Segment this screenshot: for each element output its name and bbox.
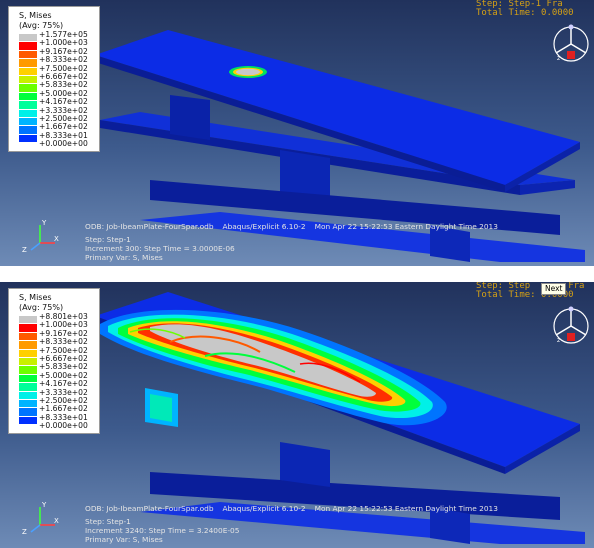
legend-swatch: [19, 101, 37, 110]
legend-colorbar: [19, 316, 37, 426]
legend-swatch: [19, 109, 37, 118]
legend-swatch: [19, 42, 37, 51]
primary-var: Primary Var: S, Mises: [85, 535, 163, 544]
odb-name: ODB: Job-IbeamPlate-FourSpar.odb: [85, 504, 214, 513]
increment-info: Increment 3240: Step Time = 3.2400E-05: [85, 526, 240, 535]
legend-swatch: [19, 383, 37, 392]
run-date: Mon Apr 22 15:22:53 Eastern Daylight Tim…: [314, 504, 498, 513]
legend-swatch: [19, 75, 37, 85]
viewport-top[interactable]: S, Mises (Avg: 75%) +1.577e+05 +1.000e+0…: [0, 0, 594, 266]
primary-var: Primary Var: S, Mises: [85, 253, 163, 262]
svg-text:z: z: [557, 55, 560, 62]
legend-swatch: [19, 332, 37, 342]
total-time-label: Total Time: 0.0000: [476, 290, 574, 300]
legend-title: S, Mises: [19, 11, 52, 20]
viewport-bottom[interactable]: S, Mises (Avg: 75%) +8.801e+03 +1.000e+0…: [0, 282, 594, 548]
view-cube-icon[interactable]: z: [551, 304, 591, 348]
axis-z-label: Z: [22, 246, 27, 254]
odb-row: ODB: Job-IbeamPlate-FourSpar.odb Abaqus/E…: [85, 504, 498, 513]
legend-swatch: [19, 374, 37, 384]
model-info: ODB: Job-IbeamPlate-FourSpar.odb Abaqus/E…: [85, 222, 498, 262]
legend-swatch: [19, 324, 37, 333]
legend-swatch: [19, 416, 37, 426]
axis-z-label: Z: [22, 528, 27, 536]
axis-y-label: Y: [41, 219, 47, 227]
step-name: Step: Step-1: [85, 235, 131, 244]
legend-swatch: [19, 357, 37, 367]
axis-y-label: Y: [41, 501, 47, 509]
odb-row: ODB: Job-IbeamPlate-FourSpar.odb Abaqus/E…: [85, 222, 498, 231]
abaqus-version: Abaqus/Explicit 6.10-2: [222, 222, 306, 231]
svg-text:z: z: [557, 337, 560, 344]
stress-legend: S, Mises (Avg: 75%) +1.577e+05 +1.000e+0…: [8, 6, 100, 152]
run-date: Mon Apr 22 15:22:53 Eastern Daylight Tim…: [314, 222, 498, 231]
step-info: Step: Step-1 Fra Total Time: 0.0000: [476, 0, 574, 18]
legend-values: +8.801e+03 +1.000e+03 +9.167e+02 +8.333e…: [39, 312, 88, 431]
axis-triad-icon: Y X Z: [22, 501, 59, 536]
legend-title: S, Mises: [19, 293, 52, 302]
step-name: Step: Step-1: [85, 517, 131, 526]
legend-swatch: [19, 34, 37, 43]
legend-swatch: [19, 59, 37, 68]
legend-swatch: [19, 126, 37, 135]
legend-swatch: [19, 366, 37, 375]
abaqus-version: Abaqus/Explicit 6.10-2: [222, 504, 306, 513]
legend-values: +1.577e+05 +1.000e+03 +9.167e+02 +8.333e…: [39, 30, 88, 149]
legend-value: +0.000e+00: [39, 139, 88, 149]
step-info: Step: Step Fra Total Time: 0.0000: [476, 282, 584, 300]
legend-swatch: [19, 84, 37, 93]
legend-swatch: [19, 92, 37, 102]
legend-swatch: [19, 391, 37, 400]
legend-value: +0.000e+00: [39, 421, 88, 431]
total-time-label: Total Time: 0.0000: [476, 8, 574, 18]
stress-legend: S, Mises (Avg: 75%) +8.801e+03 +1.000e+0…: [8, 288, 100, 434]
model-info: ODB: Job-IbeamPlate-FourSpar.odb Abaqus/E…: [85, 504, 498, 544]
view-cube-icon[interactable]: z: [551, 22, 591, 66]
legend-swatch: [19, 408, 37, 417]
increment-info: Increment 300: Step Time = 3.0000E-06: [85, 244, 235, 253]
legend-swatch: [19, 50, 37, 60]
legend-swatch: [19, 134, 37, 144]
legend-swatch: [19, 349, 37, 358]
legend-colorbar: [19, 34, 37, 144]
next-tooltip: Next: [541, 283, 567, 295]
legend-swatch: [19, 316, 37, 325]
odb-name: ODB: Job-IbeamPlate-FourSpar.odb: [85, 222, 214, 231]
legend-swatch: [19, 117, 37, 127]
legend-swatch: [19, 399, 37, 409]
axis-x-label: X: [54, 517, 59, 525]
axis-x-label: X: [54, 235, 59, 243]
axis-triad-icon: Y X Z: [22, 219, 59, 254]
legend-swatch: [19, 341, 37, 350]
legend-swatch: [19, 67, 37, 76]
